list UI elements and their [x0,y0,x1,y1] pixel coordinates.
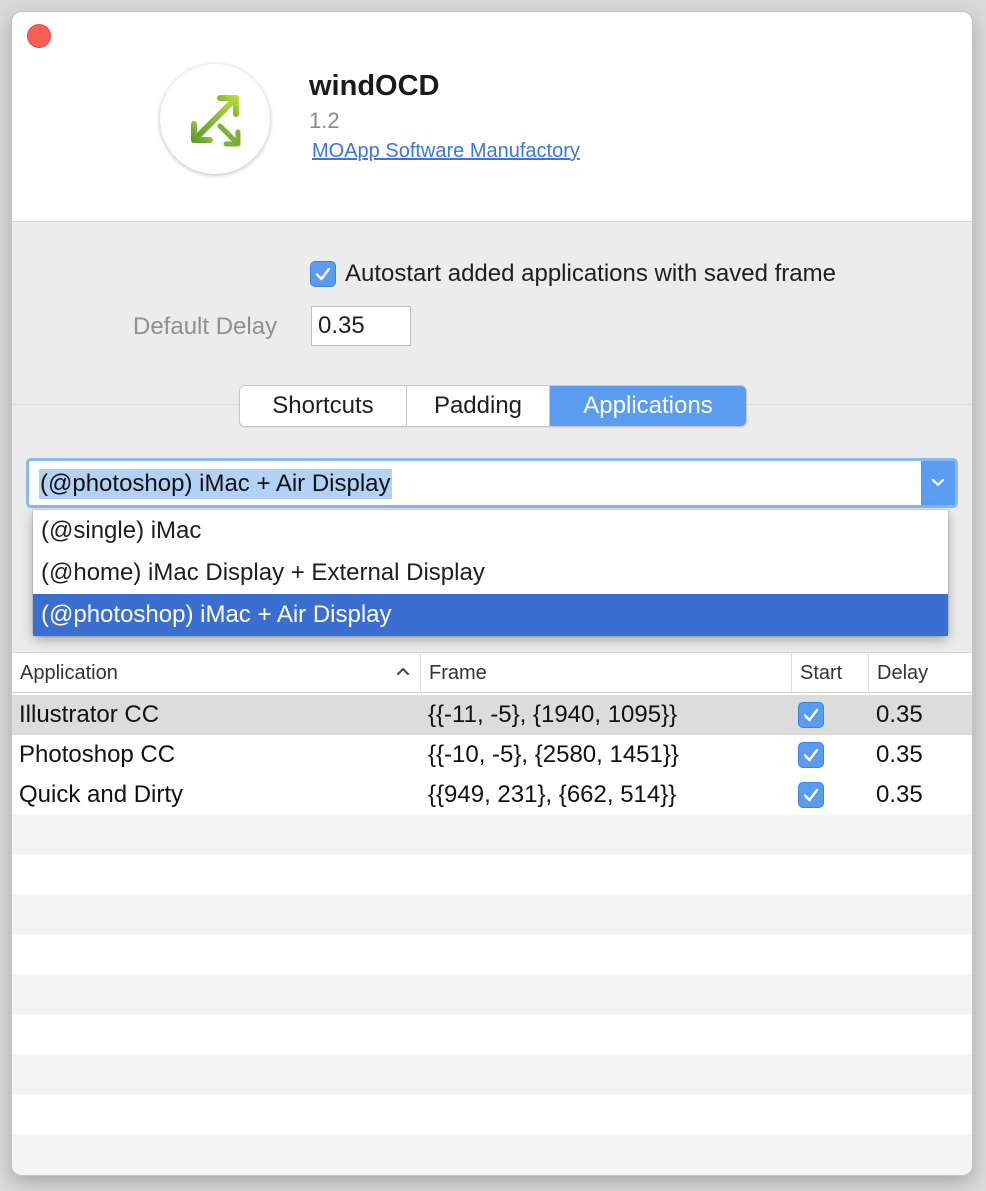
checkbox-box [798,782,824,808]
frame-cell: {{-10, -5}, {2580, 1451}} [428,741,679,768]
column-header-application[interactable]: Application [12,653,420,693]
sort-ascending-icon [397,668,409,675]
empty-row [12,1055,972,1095]
chevron-down-icon [931,478,945,487]
column-header-label: Application [20,662,118,684]
autostart-option[interactable]: Autostart added applications with saved … [310,260,836,288]
checkmark-icon [803,748,819,762]
about-header: windOCD 1.2 MOApp Software Manufactory [12,12,972,222]
checkmark-icon [803,788,819,802]
profile-option-photoshop[interactable]: (@photoshop) iMac + Air Display [33,594,948,636]
app-version: 1.2 [309,108,340,133]
start-checkbox[interactable] [798,782,824,808]
app-name: windOCD [309,70,440,102]
empty-row [12,1135,972,1175]
close-button[interactable] [27,24,51,48]
tab-bar: Shortcuts Padding Applications [239,385,747,427]
checkbox-box [798,742,824,768]
application-cell: Photoshop CC [19,741,176,768]
autostart-label: Autostart added applications with saved … [345,260,836,287]
profile-dropdown-list: (@single) iMac (@home) iMac Display + Ex… [33,510,948,636]
tab-shortcuts[interactable]: Shortcuts [240,386,406,426]
empty-row [12,1095,972,1135]
application-cell: Quick and Dirty [19,781,184,808]
table-body: Illustrator CC {{-11, -5}, {1940, 1095}}… [12,695,972,1175]
profile-option-single[interactable]: (@single) iMac [33,510,948,552]
application-cell: Illustrator CC [19,701,160,728]
app-window: windOCD 1.2 MOApp Software Manufactory A… [12,12,972,1175]
column-header-start[interactable]: Start [791,653,868,693]
table-row[interactable]: Illustrator CC {{-11, -5}, {1940, 1095}}… [12,695,972,735]
start-checkbox[interactable] [798,742,824,768]
profile-option-home[interactable]: (@home) iMac Display + External Display [33,552,948,594]
resize-arrows-icon [160,64,270,174]
start-checkbox[interactable] [798,702,824,728]
tab-padding[interactable]: Padding [406,386,549,426]
profile-selected-value[interactable]: (@photoshop) iMac + Air Display [39,469,392,499]
default-delay-field[interactable] [311,306,411,346]
applications-table: Application Frame Start Delay Illustrato… [12,652,972,1175]
tab-applications[interactable]: Applications [549,386,746,426]
delay-cell: 0.35 [876,781,923,808]
table-header: Application Frame Start Delay [12,652,972,693]
empty-row [12,975,972,1015]
checkmark-icon [803,708,819,722]
default-delay-label: Default Delay [133,313,278,340]
column-header-frame[interactable]: Frame [420,653,791,693]
delay-cell: 0.35 [876,701,923,728]
developer-link[interactable]: MOApp Software Manufactory [312,140,580,163]
combobox-toggle-button[interactable] [921,461,955,505]
autostart-checkbox[interactable] [310,261,336,287]
frame-cell: {{949, 231}, {662, 514}} [428,781,677,808]
empty-row [12,935,972,975]
profile-combobox[interactable]: (@photoshop) iMac + Air Display [26,458,958,508]
empty-row [12,1015,972,1055]
delay-cell: 0.35 [876,741,923,768]
table-row[interactable]: Photoshop CC {{-10, -5}, {2580, 1451}} 0… [12,735,972,775]
empty-row [12,895,972,935]
table-row[interactable]: Quick and Dirty {{949, 231}, {662, 514}}… [12,775,972,815]
checkbox-box [798,702,824,728]
column-header-delay[interactable]: Delay [868,653,972,693]
checkmark-icon [315,267,331,281]
frame-cell: {{-11, -5}, {1940, 1095}} [428,701,678,728]
empty-row [12,815,972,855]
empty-row [12,855,972,895]
